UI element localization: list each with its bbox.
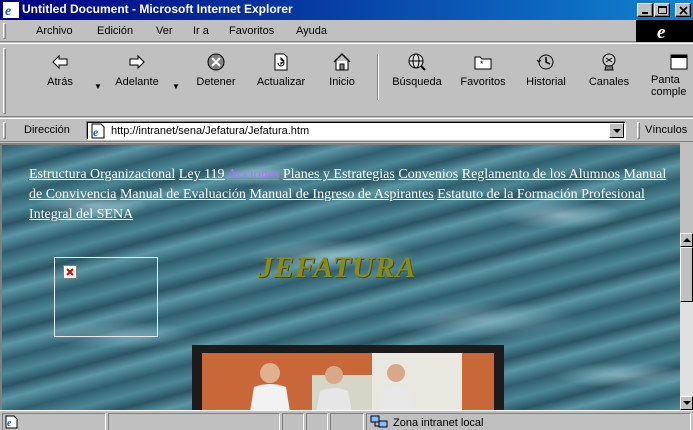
channels-button[interactable]: Canales bbox=[584, 52, 634, 110]
toolbar-grip[interactable] bbox=[3, 48, 6, 114]
menu-bar: Archivo Edición Ver Ir a Favoritos Ayuda bbox=[0, 20, 693, 42]
link-acciones[interactable]: Acciones bbox=[227, 167, 279, 182]
svg-text:e: e bbox=[5, 4, 11, 18]
intranet-zone-icon bbox=[370, 415, 388, 428]
ie-throbber: e bbox=[636, 20, 693, 42]
status-progress bbox=[108, 413, 280, 430]
standard-toolbar: Atrás ▼ Adelante ▼ Detener Actualizar In… bbox=[0, 43, 693, 117]
links-grip[interactable] bbox=[637, 122, 640, 139]
fullscreen-icon bbox=[670, 54, 688, 70]
browser-window: e Untitled Document - Microsoft Internet… bbox=[0, 0, 693, 430]
search-globe-icon bbox=[408, 53, 426, 71]
scroll-up-button[interactable] bbox=[680, 233, 693, 247]
back-button[interactable]: Atrás bbox=[40, 52, 80, 110]
scroll-gap bbox=[680, 143, 693, 233]
status-zone: Zona intranet local bbox=[366, 413, 691, 430]
menu-grip[interactable] bbox=[3, 23, 6, 39]
link-planes-y-estrategias[interactable]: Planes y Estrategias bbox=[283, 167, 395, 182]
status-cell-c bbox=[330, 413, 364, 430]
scroll-down-button[interactable] bbox=[680, 396, 693, 410]
minimize-button[interactable] bbox=[637, 3, 653, 17]
status-cell-a bbox=[282, 413, 304, 430]
links-label[interactable]: Vínculos bbox=[645, 124, 687, 136]
home-button[interactable]: Inicio bbox=[322, 52, 362, 110]
link-reglamento-de-los-alumnos[interactable]: Reglamento de los Alumnos bbox=[462, 167, 620, 182]
chevron-up-icon bbox=[683, 238, 691, 242]
address-bar: Dirección e http://intranet/sena/Jefatur… bbox=[0, 118, 693, 142]
link-estructura-organizacional[interactable]: Estructura Organizacional bbox=[29, 167, 175, 182]
search-button[interactable]: Búsqueda bbox=[386, 52, 448, 110]
favorites-button[interactable]: * Favoritos bbox=[455, 52, 511, 110]
home-icon bbox=[333, 52, 351, 71]
channels-icon bbox=[602, 53, 616, 71]
menu-ver[interactable]: Ver bbox=[156, 25, 173, 37]
close-button[interactable] bbox=[675, 3, 691, 17]
ie-logo-icon: e bbox=[3, 2, 19, 18]
address-label: Dirección bbox=[24, 124, 70, 136]
page-status-icon: e bbox=[5, 415, 18, 429]
ie-brand-icon: e bbox=[657, 22, 666, 40]
status-cell-b bbox=[306, 413, 328, 430]
back-dropdown-icon[interactable]: ▼ bbox=[94, 82, 102, 91]
link-manual-de-evaluacion[interactable]: Manual de Evaluación bbox=[120, 187, 246, 202]
broken-image bbox=[54, 257, 158, 337]
forward-button[interactable]: Adelante bbox=[110, 52, 164, 110]
address-input[interactable]: e http://intranet/sena/Jefatura/Jefatura… bbox=[86, 121, 626, 140]
history-icon bbox=[536, 54, 554, 70]
menu-ayuda[interactable]: Ayuda bbox=[296, 25, 327, 37]
forward-arrow-icon bbox=[129, 54, 145, 70]
refresh-button[interactable]: Actualizar bbox=[250, 52, 312, 110]
page-heading: JEFATURA bbox=[258, 251, 417, 284]
forward-dropdown-icon[interactable]: ▼ bbox=[172, 82, 180, 91]
window-title: Untitled Document - Microsoft Internet E… bbox=[22, 2, 293, 16]
chevron-down-icon bbox=[613, 129, 621, 133]
menu-edicion[interactable]: Edición bbox=[97, 25, 133, 37]
classroom-photo bbox=[192, 345, 504, 410]
chevron-down-icon bbox=[683, 401, 691, 405]
link-manual-de-ingreso[interactable]: Manual de Ingreso de Aspirantes bbox=[249, 187, 433, 202]
stop-button[interactable]: Detener bbox=[190, 52, 242, 110]
history-button[interactable]: Historial bbox=[521, 52, 571, 110]
menu-archivo[interactable]: Archivo bbox=[36, 25, 73, 37]
address-url: http://intranet/sena/Jefatura/Jefatura.h… bbox=[111, 125, 310, 137]
address-grip[interactable] bbox=[3, 122, 6, 139]
svg-text:e: e bbox=[7, 418, 12, 429]
address-dropdown-button[interactable] bbox=[609, 123, 624, 138]
status-bar: e Zona intranet local bbox=[0, 410, 693, 430]
link-ley-119[interactable]: Ley 119 bbox=[179, 167, 225, 182]
page-content: Estructura Organizacional Ley 119 Accion… bbox=[0, 143, 680, 410]
svg-text:*: * bbox=[480, 59, 484, 69]
broken-image-icon bbox=[63, 265, 77, 279]
favorites-folder-icon: * bbox=[474, 56, 492, 70]
menu-ir-a[interactable]: Ir a bbox=[193, 25, 209, 37]
svg-text:e: e bbox=[93, 125, 99, 139]
back-arrow-icon bbox=[52, 54, 68, 70]
vertical-scrollbar[interactable] bbox=[680, 233, 693, 410]
stop-icon bbox=[207, 53, 225, 71]
nav-links: Estructura Organizacional Ley 119 Accion… bbox=[29, 165, 679, 225]
toolbar-separator bbox=[377, 54, 379, 100]
title-bar[interactable]: e Untitled Document - Microsoft Internet… bbox=[0, 0, 693, 20]
maximize-button[interactable] bbox=[654, 3, 670, 17]
link-convenios[interactable]: Convenios bbox=[398, 167, 458, 182]
page-icon: e bbox=[91, 123, 105, 139]
fullscreen-button[interactable]: Panta comple bbox=[651, 52, 693, 110]
svg-text:e: e bbox=[657, 22, 666, 40]
menu-favoritos[interactable]: Favoritos bbox=[229, 25, 274, 37]
refresh-icon bbox=[274, 53, 288, 71]
status-main: e bbox=[2, 413, 106, 430]
scroll-thumb[interactable] bbox=[680, 247, 693, 302]
